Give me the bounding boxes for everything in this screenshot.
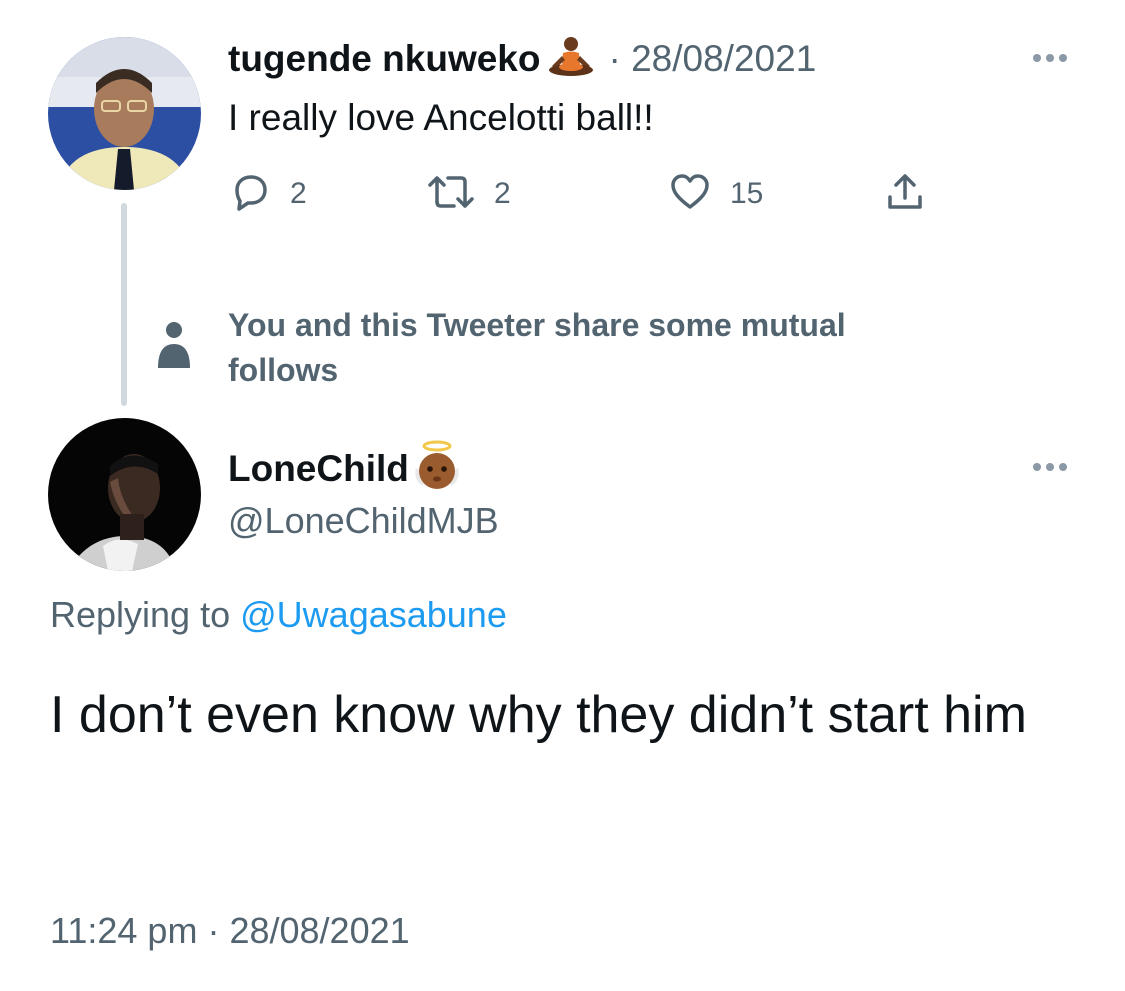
parent-tweet-date[interactable]: · 28/08/2021 <box>608 38 816 80</box>
more-icon[interactable] <box>1025 455 1075 479</box>
reply-count: 2 <box>290 177 307 210</box>
replying-mention-link[interactable]: @Uwagasabune <box>240 594 507 635</box>
main-handle[interactable]: @LoneChildMJB <box>228 500 499 542</box>
baby-angel-emoji <box>413 440 461 499</box>
retweet-count: 2 <box>494 177 511 210</box>
parent-tweet-avatar[interactable] <box>48 37 201 190</box>
timestamp-separator: · <box>207 910 220 951</box>
main-tweet-avatar[interactable] <box>48 418 201 571</box>
reply-button[interactable]: 2 <box>228 168 307 220</box>
parent-tweet-header: tugende nkuweko · 28/08/2021 <box>228 34 816 84</box>
parent-display-name[interactable]: tugende nkuweko <box>228 38 540 80</box>
like-icon <box>668 170 712 219</box>
main-tweet-text: I don’t even know why they didn’t start … <box>50 686 1027 744</box>
retweet-icon <box>426 170 476 219</box>
share-icon <box>883 170 927 219</box>
tweet-date: 28/08/2021 <box>229 910 410 951</box>
reply-icon <box>228 170 272 219</box>
main-display-name[interactable]: LoneChild <box>228 448 409 490</box>
thread-line <box>121 203 127 406</box>
parent-tweet-actions: 2 2 15 <box>228 168 948 220</box>
person-icon <box>156 320 192 370</box>
replying-to: Replying to @Uwagasabune <box>50 594 507 636</box>
main-tweet-timestamp[interactable]: 11:24 pm · 28/08/2021 <box>50 910 410 952</box>
like-button[interactable]: 15 <box>668 168 763 220</box>
share-button[interactable] <box>883 168 927 220</box>
mutual-follows-notice: You and this Tweeter share some mutual f… <box>228 307 846 388</box>
replying-label: Replying to <box>50 594 231 635</box>
more-icon[interactable] <box>1025 46 1075 70</box>
retweet-button[interactable]: 2 <box>426 168 511 220</box>
main-tweet-header: LoneChild <box>228 440 461 499</box>
person-in-lotus-position-emoji <box>544 36 598 83</box>
like-count: 15 <box>730 177 764 210</box>
parent-tweet-text: I really love Ancelotti ball!! <box>228 97 654 138</box>
tweet-time: 11:24 pm <box>50 910 198 951</box>
